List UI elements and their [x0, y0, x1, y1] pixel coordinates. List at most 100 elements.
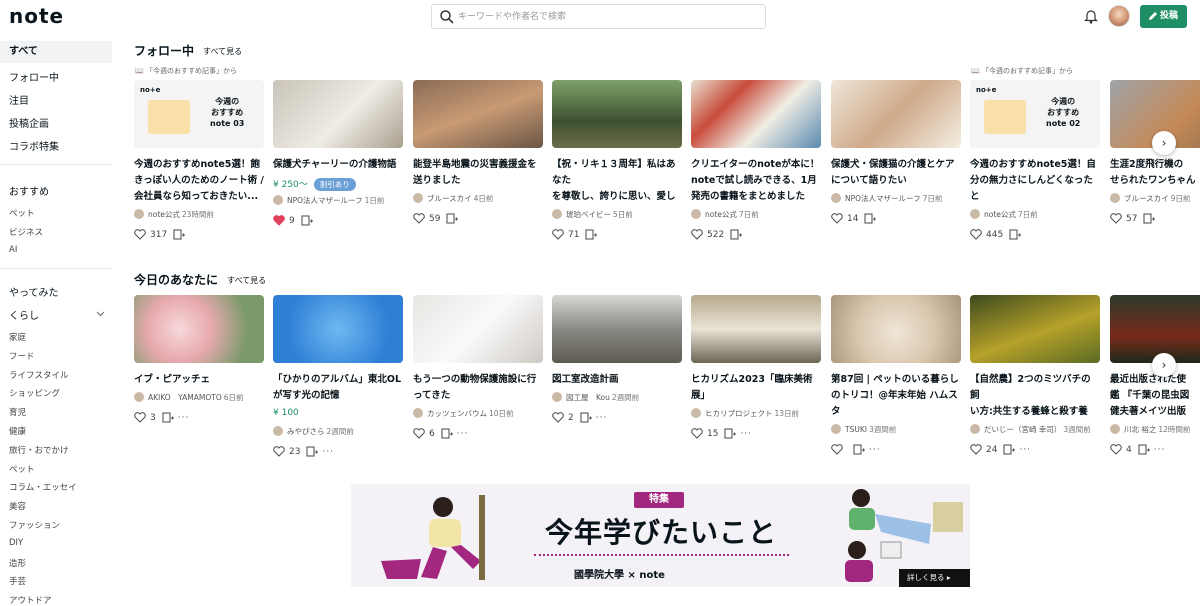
article-title[interactable]: 図工室改造計画 [552, 372, 682, 388]
article-thumbnail[interactable] [413, 295, 543, 363]
sidebar-item-kurashi-sub[interactable]: コラム・エッセイ [9, 481, 77, 493]
article-author[interactable]: note公式 7日前 [970, 209, 1110, 220]
magazine-add-icon[interactable] [724, 428, 737, 439]
search-box[interactable] [431, 4, 766, 29]
article-thumbnail[interactable] [831, 295, 961, 363]
author-avatar[interactable] [970, 424, 980, 434]
like-icon[interactable] [273, 446, 285, 457]
article-author[interactable]: note公式 23時間前 [134, 209, 274, 220]
more-icon[interactable]: ··· [457, 429, 469, 439]
article-author[interactable]: ヒカリプロジェクト 13日前 [691, 408, 831, 419]
article-title[interactable]: 最近出版された使 鑑 『千葉の昆虫図 健夫著メイツ出版 [1110, 372, 1200, 420]
author-avatar[interactable] [552, 392, 562, 402]
magazine-add-icon[interactable] [441, 428, 453, 439]
like-icon[interactable] [970, 444, 982, 455]
author-avatar[interactable] [134, 209, 144, 219]
article-thumbnail[interactable]: no+e 今週の おすすめ note 02 [970, 80, 1100, 148]
sidebar-item-kurashi-sub[interactable]: 育児 [9, 406, 26, 418]
article-thumbnail[interactable] [273, 295, 403, 363]
like-icon[interactable] [134, 412, 146, 423]
feature-banner[interactable]: 特集 今年学びたいこと 國學院大學 × note 詳しく見る ▸ [351, 484, 970, 587]
article-thumbnail[interactable] [1110, 295, 1200, 363]
sidebar-item-kurashi-sub[interactable]: 美容 [9, 500, 26, 512]
sidebar-item-following[interactable]: フォロー中 [9, 69, 59, 84]
article-title[interactable]: クリエイターのnoteが本に！ noteで試し読みできる、1月 発売の書籍をまと… [691, 157, 821, 205]
more-icon[interactable]: ··· [740, 429, 752, 439]
article-author[interactable]: 琥珀ベイビー 5日前 [552, 209, 692, 220]
magazine-add-icon[interactable] [1138, 444, 1150, 455]
article-title[interactable]: 今週のおすすめnote5選！自 分の無力さにしんどくなったと きのヒント / 引… [970, 157, 1100, 205]
note-logo[interactable]: note [9, 4, 64, 28]
chevron-down-icon[interactable] [96, 311, 105, 317]
sidebar-item-all[interactable]: すべて [0, 41, 112, 63]
sidebar-item-kurashi[interactable]: くらし [9, 307, 39, 322]
see-all-following-link[interactable]: すべて見る [203, 46, 242, 57]
article-author[interactable]: AKIKO YAMAMOTO 6日前 [134, 392, 274, 403]
see-all-today-link[interactable]: すべて見る [227, 275, 266, 286]
article-title[interactable]: もう一つの動物保護施設に行 ってきた [413, 372, 543, 404]
more-icon[interactable]: ··· [869, 445, 881, 455]
sidebar-item-collab[interactable]: コラボ特集 [9, 138, 59, 153]
search-input[interactable] [458, 8, 758, 26]
article-thumbnail[interactable] [691, 295, 821, 363]
article-thumbnail[interactable] [552, 80, 682, 148]
author-avatar[interactable] [413, 408, 423, 418]
author-avatar[interactable] [831, 424, 841, 434]
author-avatar[interactable] [273, 195, 283, 205]
sidebar-item-kurashi-sub[interactable]: 手芸 [9, 575, 26, 587]
sidebar-item-kurashi-sub[interactable]: 造形 [9, 557, 26, 569]
article-thumbnail[interactable] [552, 295, 682, 363]
magazine-add-icon[interactable] [446, 213, 459, 224]
article-title[interactable]: 【祝・リキ１３周年】私はあなた を尊敬し、誇りに思い、愛して います [552, 157, 682, 205]
magazine-add-icon[interactable] [585, 229, 598, 240]
author-avatar[interactable] [552, 209, 562, 219]
author-avatar[interactable] [831, 193, 841, 203]
magazine-add-icon[interactable] [864, 213, 877, 224]
article-title[interactable]: 今週のおすすめnote5選！飽 きっぽい人のためのノート術 / 会社員なら知って… [134, 157, 264, 205]
author-avatar[interactable] [413, 193, 423, 203]
sidebar-heading-recommend[interactable]: おすすめ [9, 183, 49, 198]
magazine-add-icon[interactable] [1009, 229, 1022, 240]
sidebar-item-kurashi-sub[interactable]: ペット [9, 463, 35, 475]
more-icon[interactable]: ··· [596, 413, 608, 423]
magazine-add-icon[interactable] [306, 446, 319, 457]
article-author[interactable]: NPO法人マザールーフ 1日前 [273, 195, 413, 206]
sidebar-item-tried[interactable]: やってみた [9, 284, 59, 299]
article-author[interactable]: みやぴさら 2週間前 [273, 426, 413, 437]
like-icon[interactable] [691, 428, 703, 439]
article-author[interactable]: ブルースカイ 9日前 [1110, 193, 1200, 204]
author-avatar[interactable] [134, 392, 144, 402]
more-icon[interactable]: ··· [1019, 445, 1031, 455]
magazine-add-icon[interactable] [853, 444, 865, 455]
user-avatar[interactable] [1108, 5, 1130, 27]
article-thumbnail[interactable] [970, 295, 1100, 363]
article-title[interactable]: イブ・ピアッチェ [134, 372, 264, 388]
magazine-add-icon[interactable] [730, 229, 743, 240]
magazine-add-icon[interactable] [1143, 213, 1156, 224]
author-avatar[interactable] [691, 209, 701, 219]
article-thumbnail[interactable] [831, 80, 961, 148]
article-title[interactable]: 保護犬チャーリーの介護物語 [273, 157, 403, 173]
magazine-add-icon[interactable] [580, 412, 592, 423]
sidebar-item-kurashi-sub[interactable]: DIY [9, 538, 23, 548]
article-title[interactable]: 第87回 | ペットのいる暮らし のトリコ！@年末年始 ハムスタ ー編 [831, 372, 961, 420]
article-thumbnail[interactable]: no+e 今週の おすすめ note 03 [134, 80, 264, 148]
article-title[interactable]: ヒカリズム2023「臨床美術 展」 [691, 372, 821, 404]
more-icon[interactable]: ··· [178, 413, 190, 423]
article-author[interactable]: だいじー（宮崎 幸司） 3週間前 [970, 424, 1110, 435]
sidebar-item-kurashi-sub[interactable]: 健康 [9, 425, 26, 437]
more-icon[interactable]: ··· [1154, 445, 1166, 455]
article-thumbnail[interactable] [691, 80, 821, 148]
like-icon[interactable] [1110, 213, 1122, 224]
article-author[interactable]: 図工屋 Kou 2週間前 [552, 392, 692, 403]
article-title[interactable]: 保護犬・保護猫の介護とケア について語りたい [831, 157, 961, 189]
sidebar-item-kurashi-sub[interactable]: 旅行・おでかけ [9, 444, 69, 456]
like-icon[interactable] [970, 229, 982, 240]
author-avatar[interactable] [970, 209, 980, 219]
sidebar-item-contests[interactable]: 投稿企画 [9, 115, 49, 130]
article-author[interactable]: TSUKI 3週間前 [831, 424, 971, 435]
author-avatar[interactable] [691, 408, 701, 418]
sidebar-item-kurashi-sub[interactable]: ショッピング [9, 387, 60, 399]
article-title[interactable]: 「ひかりのアルバム」東北OL が写す光の記憶 [273, 372, 403, 404]
article-title[interactable]: 生涯2度飛行機の せられたワンちゃん [1110, 157, 1200, 189]
